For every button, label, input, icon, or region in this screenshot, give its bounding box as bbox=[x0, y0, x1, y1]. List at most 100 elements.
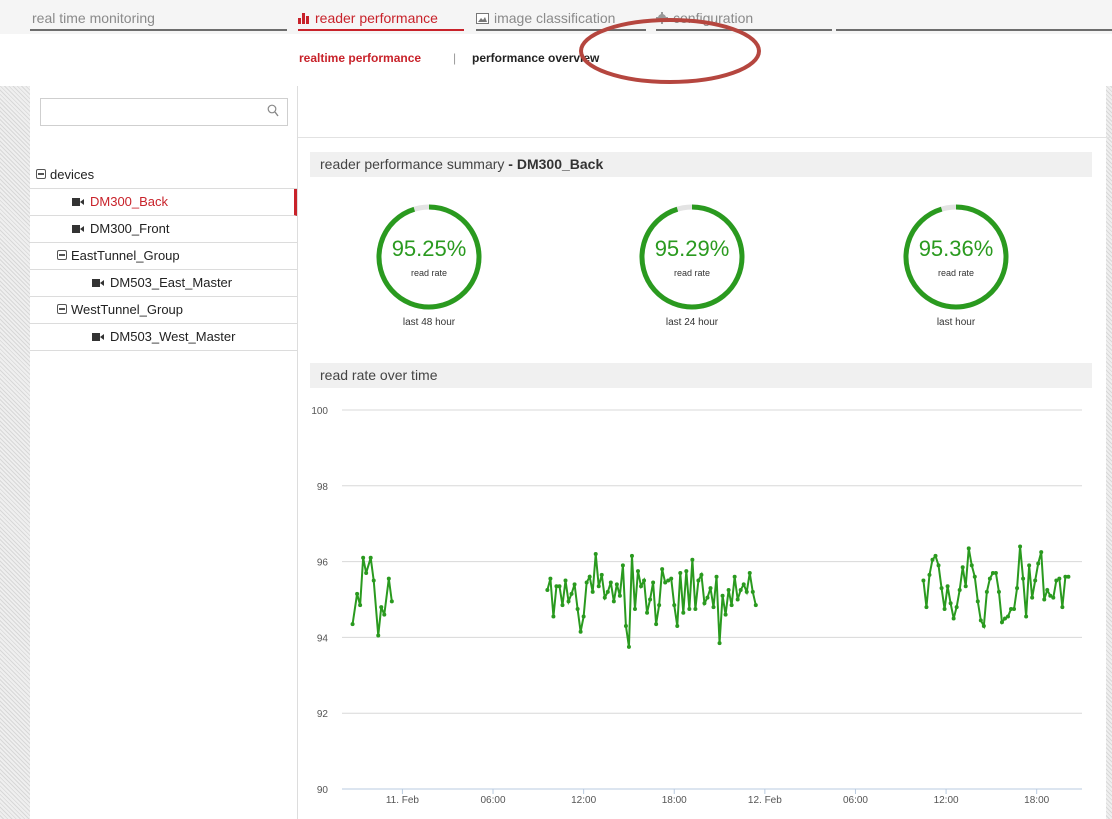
summary-device: - DM300_Back bbox=[508, 156, 604, 172]
tab-reader-performance[interactable]: reader performance bbox=[298, 10, 438, 27]
data-point bbox=[948, 601, 953, 606]
gauge-48h: 95.25% read rate bbox=[374, 202, 484, 312]
search-input[interactable] bbox=[45, 101, 259, 125]
data-point bbox=[636, 569, 640, 574]
data-point bbox=[1006, 614, 1010, 619]
collapse-icon[interactable] bbox=[36, 169, 46, 179]
y-tick-label: 90 bbox=[317, 785, 329, 796]
data-point bbox=[626, 644, 631, 649]
data-point bbox=[1051, 595, 1056, 600]
tree-item-dm300-front[interactable]: DM300_Front bbox=[30, 216, 297, 243]
data-point bbox=[1033, 578, 1038, 583]
highlight-ellipse bbox=[579, 18, 761, 84]
data-point bbox=[924, 605, 929, 610]
x-tick-label: 06:00 bbox=[481, 795, 506, 806]
data-point bbox=[654, 622, 659, 627]
x-tick-label: 18:00 bbox=[1024, 795, 1049, 806]
data-point bbox=[581, 614, 586, 619]
tree-root-devices[interactable]: devices bbox=[30, 162, 297, 189]
data-point bbox=[987, 576, 992, 581]
main-toolbar bbox=[298, 86, 1112, 138]
data-point bbox=[711, 605, 716, 610]
subtab-realtime-performance[interactable]: realtime performance bbox=[299, 51, 421, 65]
gauge-last-hour: 95.36% read rate bbox=[901, 202, 1011, 312]
data-point bbox=[368, 555, 373, 560]
data-point bbox=[720, 593, 725, 598]
data-point bbox=[657, 603, 662, 608]
tab-real-time-monitoring[interactable]: real time monitoring bbox=[32, 10, 155, 26]
data-point bbox=[996, 589, 1001, 594]
data-point bbox=[623, 624, 628, 629]
data-point bbox=[584, 580, 589, 585]
tree-item-dm300-back[interactable]: DM300_Back bbox=[30, 189, 297, 216]
data-point bbox=[551, 614, 556, 619]
tab-underline bbox=[836, 29, 1112, 31]
data-point bbox=[611, 599, 616, 604]
data-point bbox=[669, 576, 674, 581]
device-tree: devices DM300_Back DM300_Front EastTunne… bbox=[30, 162, 297, 351]
tree-item-dm503-east-master[interactable]: DM503_East_Master bbox=[30, 270, 297, 297]
data-point bbox=[1036, 561, 1041, 566]
tree-group-easttunnel[interactable]: EastTunnel_Group bbox=[30, 243, 297, 270]
data-point bbox=[921, 578, 926, 583]
tree-group-westtunnel[interactable]: WestTunnel_Group bbox=[30, 297, 297, 324]
data-point bbox=[690, 557, 695, 562]
data-point bbox=[379, 605, 384, 610]
data-point bbox=[927, 572, 932, 577]
data-point bbox=[389, 599, 394, 604]
device-search bbox=[40, 98, 288, 126]
y-tick-label: 94 bbox=[317, 633, 329, 644]
tree-label: DM300_Back bbox=[90, 194, 169, 209]
gauge-value: 95.25% bbox=[391, 236, 467, 261]
collapse-icon[interactable] bbox=[57, 250, 67, 260]
y-tick-label: 96 bbox=[317, 558, 329, 569]
data-point bbox=[969, 563, 974, 568]
summary-header: reader performance summary - DM300_Back bbox=[310, 152, 1092, 177]
data-point bbox=[747, 570, 752, 575]
data-point bbox=[605, 589, 610, 594]
data-point bbox=[984, 589, 989, 594]
x-tick-label: 12. Feb bbox=[748, 795, 782, 806]
top-navigation: real time monitoring reader performance … bbox=[0, 0, 1112, 34]
y-tick-label: 92 bbox=[317, 709, 329, 720]
sub-navigation: realtime performance | performance overv… bbox=[0, 34, 1112, 86]
data-point bbox=[608, 580, 613, 585]
data-point bbox=[939, 586, 944, 591]
data-point bbox=[587, 574, 592, 579]
y-tick-label: 100 bbox=[311, 406, 328, 417]
data-point bbox=[693, 606, 698, 611]
data-point bbox=[364, 570, 369, 575]
collapse-icon[interactable] bbox=[57, 304, 67, 314]
data-point bbox=[981, 624, 986, 629]
x-tick-label: 12:00 bbox=[571, 795, 596, 806]
data-point bbox=[569, 591, 574, 596]
gauge-caption: last 48 hour bbox=[402, 317, 456, 328]
data-point bbox=[750, 589, 755, 594]
gauge-value: 95.36% bbox=[918, 236, 994, 261]
data-point bbox=[726, 588, 731, 593]
data-point bbox=[1021, 576, 1026, 581]
data-point bbox=[1045, 588, 1050, 593]
data-point bbox=[548, 576, 553, 581]
image-icon bbox=[476, 11, 489, 27]
series-line bbox=[922, 546, 1069, 630]
data-point bbox=[358, 603, 363, 608]
data-point bbox=[371, 578, 376, 583]
tab-underline bbox=[30, 29, 287, 31]
data-point bbox=[617, 593, 622, 598]
data-point bbox=[620, 563, 625, 568]
tree-item-dm503-west-master[interactable]: DM503_West_Master bbox=[30, 324, 297, 351]
data-point bbox=[966, 546, 971, 551]
data-point bbox=[642, 578, 647, 583]
data-point bbox=[578, 629, 583, 634]
data-point bbox=[376, 633, 381, 638]
left-gutter bbox=[0, 86, 30, 819]
data-point bbox=[651, 580, 656, 585]
data-point bbox=[614, 582, 619, 587]
data-point bbox=[645, 610, 650, 615]
data-point bbox=[629, 553, 634, 558]
search-icon[interactable] bbox=[267, 104, 279, 117]
gauge-caption: last 24 hour bbox=[665, 317, 719, 328]
x-tick-label: 06:00 bbox=[843, 795, 868, 806]
data-point bbox=[1060, 605, 1065, 610]
